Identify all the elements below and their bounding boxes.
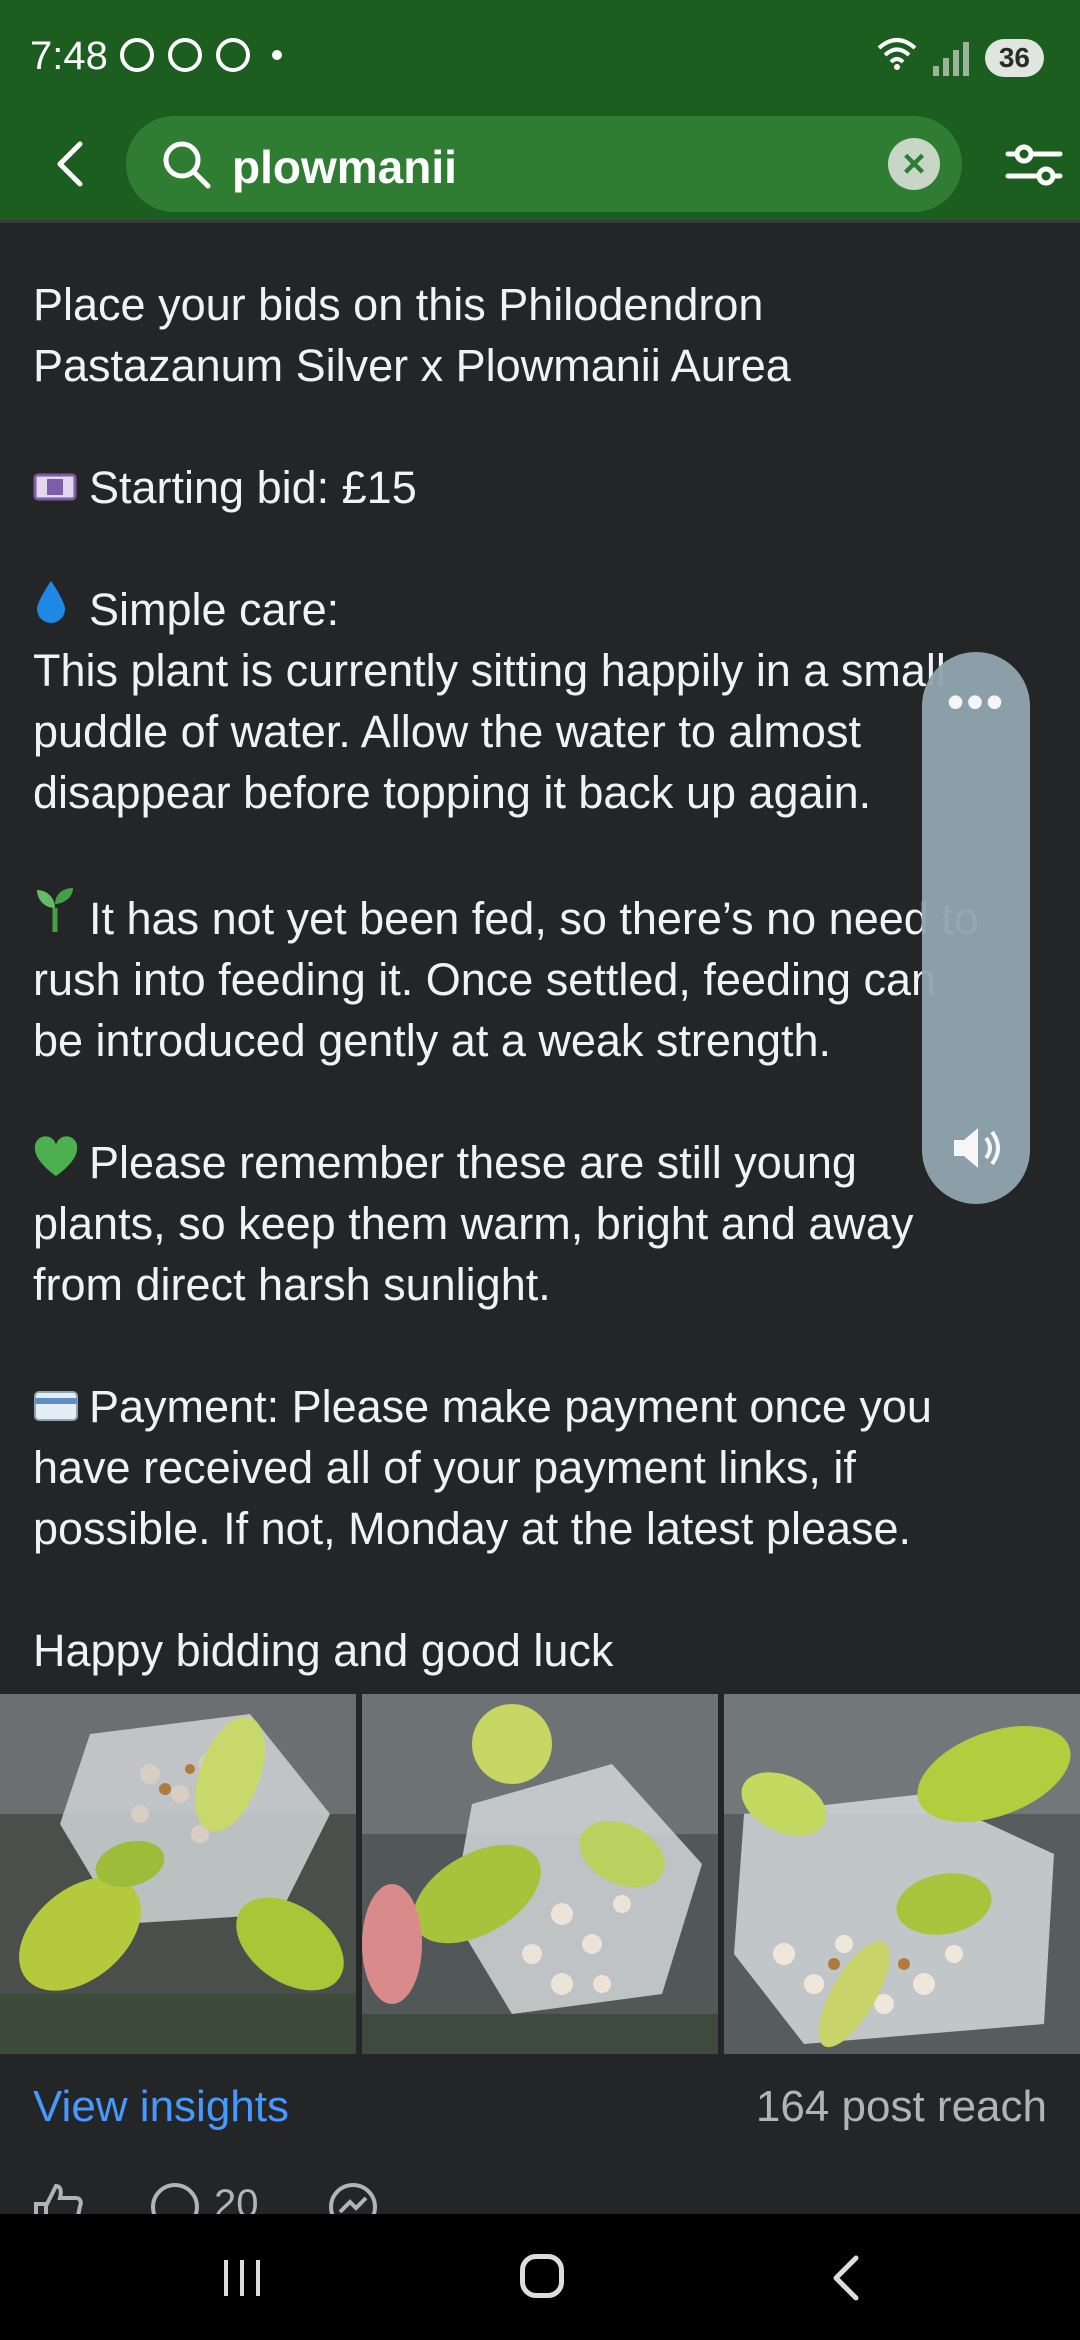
nav-back-icon[interactable]	[826, 2254, 870, 2302]
post-reach: 164 post reach	[755, 2082, 1047, 2131]
back-arrow-icon[interactable]	[44, 136, 100, 192]
search-icon	[163, 141, 211, 189]
care-title: Simple care:	[33, 579, 1048, 640]
search-input[interactable]: plowmanii ×	[126, 116, 962, 212]
seedling-icon	[33, 884, 89, 949]
post-line: Place your bids on this Philodendron	[33, 279, 764, 330]
plant-photo[interactable]	[0, 1694, 356, 2054]
comment-icon[interactable]	[148, 2180, 202, 2214]
post-line: rush into feeding it. Once settled, feed…	[33, 954, 937, 1005]
post-body: Place your bids on this Philodendron Pas…	[33, 274, 1048, 1681]
search-query: plowmanii	[232, 141, 457, 193]
post-line: plants, so keep them warm, bright and aw…	[33, 1198, 914, 1249]
post-line: have received all of your payment links,…	[33, 1442, 856, 1493]
system-status: 36	[877, 36, 1044, 79]
system-nav-bar	[0, 2214, 1080, 2340]
notification-icons	[120, 38, 282, 72]
post-line: from direct harsh sunlight.	[33, 1259, 551, 1310]
filter-icon[interactable]	[1004, 140, 1064, 190]
messenger-icon	[168, 38, 202, 72]
header-divider	[0, 220, 1080, 223]
post-line: Happy bidding and good luck	[33, 1625, 614, 1676]
post-line: possible. If not, Monday at the latest p…	[33, 1503, 912, 1554]
droplet-icon	[33, 579, 89, 640]
payment-line: Payment: Please make payment once you	[33, 1376, 1048, 1437]
green-heart-icon	[33, 1132, 89, 1193]
post-line: disappear before topping it back up agai…	[33, 767, 872, 818]
clear-search-button[interactable]: ×	[888, 138, 940, 190]
threads-icon	[120, 38, 154, 72]
signal-icon	[932, 40, 969, 76]
recent-apps-icon[interactable]	[220, 2258, 264, 2298]
post-actions: 20	[0, 2170, 1080, 2214]
volume-panel[interactable]: •••	[922, 652, 1030, 1204]
money-bag-icon	[33, 457, 89, 518]
young-line: Please remember these are still young	[33, 1132, 1048, 1193]
view-insights-link[interactable]: View insights	[33, 2082, 289, 2132]
post-line: puddle of water. Allow the water to almo…	[33, 706, 861, 757]
more-notifications-dot	[272, 50, 282, 60]
feed-line: It has not yet been fed, so there’s no n…	[33, 884, 1048, 949]
comment-count: 20	[214, 2182, 259, 2214]
post-line: Pastazanum Silver x Plowmanii Aurea	[33, 340, 791, 391]
more-options-icon[interactable]: •••	[922, 677, 1030, 727]
status-bar: 7:48 36	[0, 0, 1080, 110]
starting-bid: Starting bid: £15	[33, 457, 1048, 518]
status-time: 7:48	[30, 34, 108, 78]
credit-card-icon	[33, 1376, 89, 1437]
search-header: plowmanii ×	[0, 110, 1080, 220]
home-icon[interactable]	[520, 2254, 564, 2298]
insights-row: View insights 164 post reach	[0, 2054, 1080, 2158]
messenger-share-icon[interactable]	[326, 2180, 380, 2214]
plant-photo[interactable]	[724, 1694, 1080, 2054]
speaker-icon[interactable]	[948, 1120, 1004, 1176]
post-photos[interactable]	[0, 1694, 1080, 2054]
post-line: be introduced gently at a weak strength.	[33, 1015, 832, 1066]
wifi-icon	[877, 36, 917, 79]
plant-photo[interactable]	[362, 1694, 718, 2054]
stack-icon	[216, 38, 250, 72]
like-icon[interactable]	[30, 2180, 84, 2214]
post-line: This plant is currently sitting happily …	[33, 645, 946, 696]
battery-indicator: 36	[984, 38, 1044, 77]
